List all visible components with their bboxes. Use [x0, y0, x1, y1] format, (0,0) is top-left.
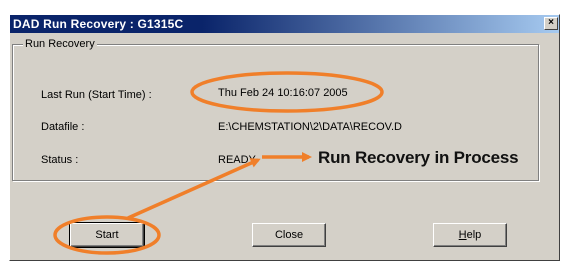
close-button-label: Close	[274, 229, 304, 241]
close-window-button[interactable]: ×	[544, 17, 558, 30]
help-button[interactable]: Help	[433, 223, 507, 247]
start-button[interactable]: Start	[69, 222, 145, 248]
help-button-label: Help	[459, 229, 482, 241]
screenshot-stage: DAD Run Recovery : G1315C × Run Recovery…	[0, 0, 561, 261]
close-icon: ×	[548, 17, 554, 28]
groupbox-legend: Run Recovery	[23, 37, 97, 51]
last-run-label: Last Run (Start Time) :	[41, 89, 152, 101]
window-title: DAD Run Recovery : G1315C	[13, 17, 184, 31]
help-mnemonic: H	[458, 229, 467, 241]
start-button-label: Start	[95, 229, 119, 241]
datafile-value: E:\CHEMSTATION\2\DATA\RECOV.D	[218, 121, 402, 133]
title-bar[interactable]: DAD Run Recovery : G1315C ×	[10, 15, 559, 33]
close-button[interactable]: Close	[252, 223, 326, 247]
last-run-value: Thu Feb 24 10:16:07 2005	[218, 87, 348, 99]
status-value: READY	[218, 154, 256, 166]
help-label-rest: elp	[466, 229, 482, 241]
status-label: Status :	[41, 154, 79, 166]
datafile-label: Datafile :	[41, 121, 85, 133]
run-recovery-annotation: Run Recovery in Process	[318, 148, 519, 167]
